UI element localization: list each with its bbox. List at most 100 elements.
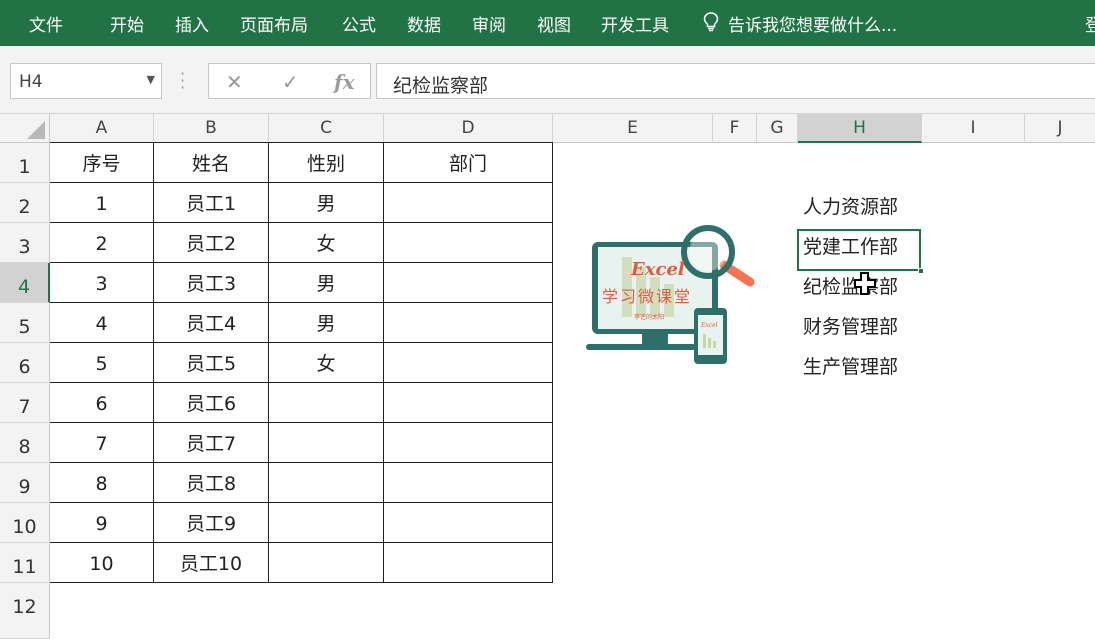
table-cell[interactable]: 5 [50,343,154,383]
table-cell[interactable] [384,543,553,583]
column-header-e[interactable]: E [553,114,713,143]
table-cell[interactable]: 男 [269,183,384,223]
table-cell[interactable]: 员工7 [154,423,269,463]
chevron-down-icon[interactable]: ▼ [147,73,155,86]
logo-phone-title: Excel [700,322,718,329]
cell-selection-border [797,229,921,271]
fill-handle[interactable] [918,268,924,274]
table-cell[interactable]: 员工10 [154,543,269,583]
tab-insert[interactable]: 插入 [175,11,209,36]
table-cell[interactable]: 员工5 [154,343,269,383]
table-header-cell[interactable]: 部门 [384,143,553,183]
tab-view[interactable]: 视图 [537,11,571,36]
table-header-cell[interactable]: 姓名 [154,143,269,183]
table-cell[interactable]: 女 [269,223,384,263]
table-cell[interactable] [384,383,553,423]
table-cell[interactable]: 员工8 [154,463,269,503]
department-cell-h5[interactable]: 财务管理部 [803,312,898,339]
table-cell[interactable] [269,543,384,583]
table-cell[interactable] [384,223,553,263]
logo-title: Excel [630,259,685,280]
table-cell[interactable] [269,383,384,423]
table-cell[interactable]: 男 [269,303,384,343]
row-header-12[interactable]: 12 [0,583,50,639]
select-all-triangle-icon [27,121,45,139]
table-cell[interactable]: 3 [50,263,154,303]
row-header-1[interactable]: 1 [0,143,50,183]
table-cell[interactable]: 员工6 [154,383,269,423]
insert-function-icon[interactable]: fx [334,70,355,94]
department-cell-h6[interactable]: 生产管理部 [803,352,898,379]
sign-in-link[interactable]: 登 [1085,11,1095,36]
table-header-cell[interactable]: 序号 [50,143,154,183]
table-cell[interactable] [384,303,553,343]
tab-file[interactable]: 文件 [29,11,63,36]
table-cell[interactable]: 员工4 [154,303,269,343]
row-header-5[interactable]: 5 [0,303,50,343]
table-cell[interactable] [384,503,553,543]
column-header-h[interactable]: H [798,114,922,143]
table-cell[interactable]: 10 [50,543,154,583]
department-cell-h4[interactable]: 纪检监察部 [803,272,898,299]
row-header-11[interactable]: 11 [0,543,50,583]
column-header-i[interactable]: I [922,114,1025,143]
table-cell[interactable]: 4 [50,303,154,343]
cancel-icon[interactable]: ✕ [226,70,243,94]
formula-bar-area: H4 ▼ · · · ✕ ✓ fx 纪检监察部 [0,46,1095,114]
formula-input[interactable]: 纪检监察部 [376,63,1095,99]
row-header-10[interactable]: 10 [0,503,50,543]
tab-review[interactable]: 审阅 [472,11,506,36]
column-header-j[interactable]: J [1025,114,1095,143]
table-cell[interactable]: 7 [50,423,154,463]
tab-home[interactable]: 开始 [110,11,144,36]
tab-formulas[interactable]: 公式 [342,11,376,36]
table-cell[interactable] [384,463,553,503]
tab-page-layout[interactable]: 页面布局 [240,11,308,36]
row-header-9[interactable]: 9 [0,463,50,503]
row-header-7[interactable]: 7 [0,383,50,423]
formula-buttons: ✕ ✓ fx [208,63,371,99]
table-cell[interactable] [384,423,553,463]
drag-handle-icon[interactable]: · · · [180,66,185,96]
column-header-c[interactable]: C [269,114,384,143]
row-header-8[interactable]: 8 [0,423,50,463]
row-header-3[interactable]: 3 [0,223,50,263]
table-cell[interactable] [269,423,384,463]
table-cell[interactable]: 6 [50,383,154,423]
column-header-b[interactable]: B [154,114,269,143]
column-header-f[interactable]: F [713,114,757,143]
enter-icon[interactable]: ✓ [282,70,299,94]
table-header-cell[interactable]: 性别 [269,143,384,183]
column-header-g[interactable]: G [757,114,798,143]
table-cell[interactable]: 员工9 [154,503,269,543]
table-cell[interactable]: 1 [50,183,154,223]
row-header-4[interactable]: 4 [0,263,50,303]
column-header-a[interactable]: A [50,114,154,143]
table-cell[interactable]: 男 [269,263,384,303]
lightbulb-icon [703,12,719,32]
table-cell[interactable] [269,463,384,503]
logo-small-text: 李艺的太阳 [634,313,664,321]
excel-course-logo: Excel 学习微课堂 李艺的太阳 Excel [586,225,755,364]
name-box[interactable]: H4 ▼ [10,63,162,99]
row-header-6[interactable]: 6 [0,343,50,383]
table-cell[interactable] [269,503,384,543]
tell-me-text: 告诉我您想要做什么... [728,16,898,36]
column-header-d[interactable]: D [384,114,553,143]
table-cell[interactable] [384,263,553,303]
department-cell-h2[interactable]: 人力资源部 [803,192,898,219]
table-cell[interactable]: 9 [50,503,154,543]
tab-developer[interactable]: 开发工具 [601,11,669,36]
table-cell[interactable]: 员工2 [154,223,269,263]
row-header-2[interactable]: 2 [0,183,50,223]
table-cell[interactable]: 员工3 [154,263,269,303]
ribbon-tab-bar: 文件 开始 插入 页面布局 公式 数据 审阅 视图 开发工具 告诉我您想要做什么… [0,0,1095,46]
table-cell[interactable]: 2 [50,223,154,263]
table-cell[interactable] [384,343,553,383]
table-cell[interactable] [384,183,553,223]
table-cell[interactable]: 员工1 [154,183,269,223]
select-all-button[interactable] [0,114,50,143]
table-cell[interactable]: 8 [50,463,154,503]
table-cell[interactable]: 女 [269,343,384,383]
tab-data[interactable]: 数据 [407,11,441,36]
